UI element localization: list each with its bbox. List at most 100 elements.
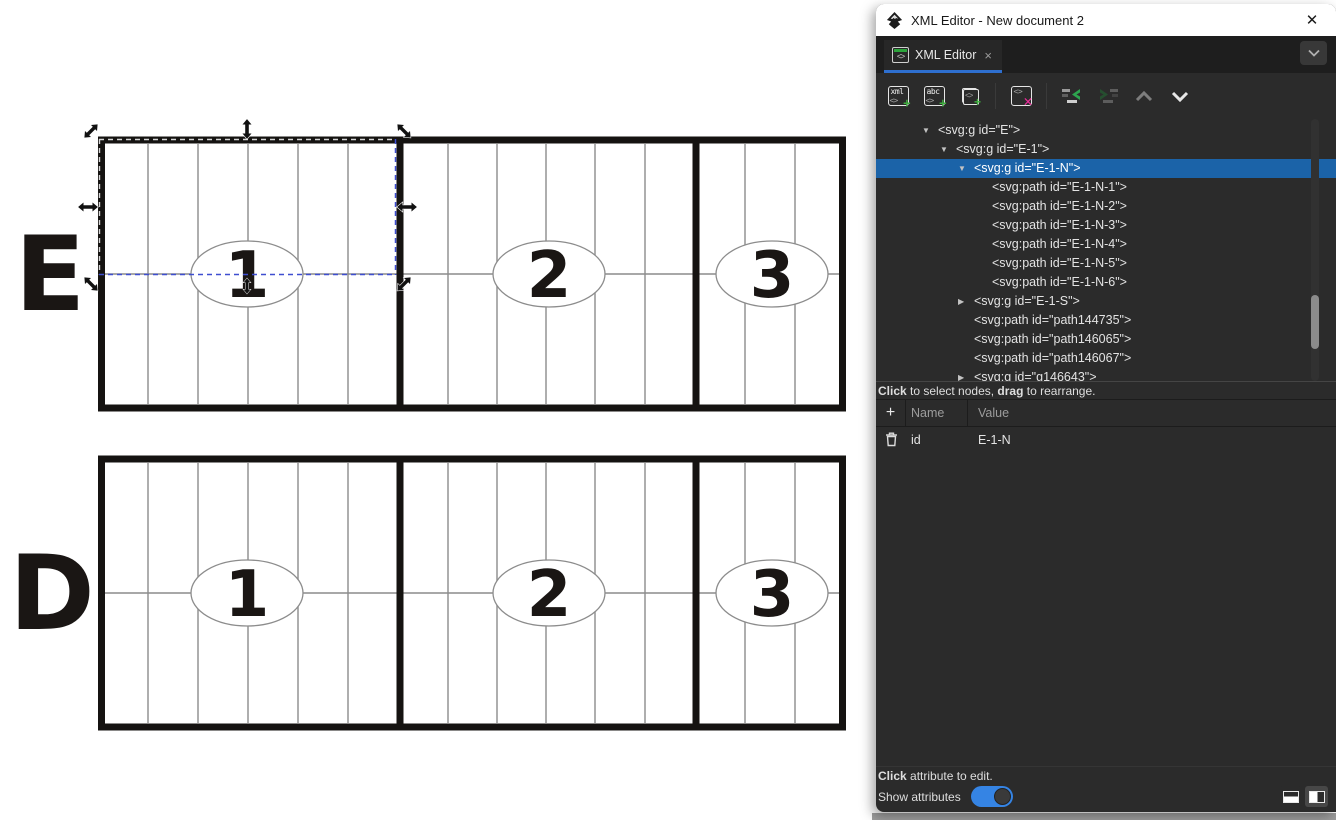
xml-tree[interactable]: ▼<svg:g id="E">▼<svg:g id="E-1">▼<svg:g … — [876, 119, 1336, 381]
attribute-name[interactable]: id — [906, 433, 968, 447]
new-text-node-button[interactable]: abc <> + — [920, 82, 948, 110]
drawing-row-d[interactable]: 1 2 3 D — [9, 456, 842, 730]
toolbar-separator — [1046, 83, 1047, 109]
indent-node-icon — [1097, 87, 1119, 105]
tree-node[interactable]: <svg:path id="path146065"> — [876, 330, 1336, 349]
tree-node-label: <svg:path id="path146065"> — [974, 332, 1131, 346]
ellipse-label-d2: 2 — [527, 558, 572, 632]
tree-node[interactable]: ▶<svg:g id="g146643"> — [876, 368, 1336, 381]
tab-overflow-button[interactable] — [1300, 41, 1327, 65]
inkscape-canvas[interactable]: 1 2 3 E 1 2 3 D — [0, 0, 876, 820]
tree-node[interactable]: <svg:path id="E-1-N-2"> — [876, 197, 1336, 216]
new-element-node-button[interactable]: xml <> + — [884, 82, 912, 110]
show-attributes-toggle[interactable] — [971, 786, 1013, 807]
tree-node[interactable]: <svg:path id="path146067"> — [876, 349, 1336, 368]
tree-node-label: <svg:path id="E-1-N-3"> — [992, 218, 1127, 232]
toolbar-separator — [995, 83, 996, 109]
attribute-value[interactable]: E-1-N — [968, 433, 1336, 447]
tree-node[interactable]: ▼<svg:g id="E-1-N"> — [876, 159, 1336, 178]
dialog-tabbar: <> XML Editor × — [876, 36, 1336, 73]
delete-attribute-button[interactable] — [876, 432, 906, 447]
xml-toolbar: xml <> + abc <> + <> + <> ✕ — [876, 73, 1336, 119]
move-node-up-button[interactable] — [1130, 82, 1158, 110]
vertical-split-icon — [1309, 791, 1325, 803]
move-node-down-button[interactable] — [1166, 82, 1194, 110]
ellipse-label-d1: 1 — [225, 558, 270, 632]
ellipse-label-e3: 3 — [750, 239, 795, 313]
tree-node-label: <svg:path id="E-1-N-1"> — [992, 180, 1127, 194]
chevron-down-icon — [1171, 91, 1189, 102]
dialog-title: XML Editor - New document 2 — [911, 13, 1300, 28]
tree-node-label: <svg:g id="E"> — [938, 123, 1020, 137]
delete-node-icon: <> ✕ — [1011, 86, 1032, 106]
ellipse-label-e2: 2 — [527, 239, 572, 313]
delete-node-button[interactable]: <> ✕ — [1007, 82, 1035, 110]
tree-node-label: <svg:path id="path144735"> — [974, 313, 1131, 327]
tree-node-label: <svg:path id="E-1-N-2"> — [992, 199, 1127, 213]
expander-open-icon[interactable]: ▼ — [958, 159, 974, 178]
attribute-table-header: + Name Value — [876, 400, 1336, 427]
inkscape-logo-icon — [885, 11, 904, 30]
attribute-hint: Click attribute to edit. — [876, 766, 1336, 785]
tree-node-label: <svg:path id="E-1-N-6"> — [992, 275, 1127, 289]
duplicate-node-icon: <> + — [959, 85, 981, 107]
xml-editor-dialog: XML Editor - New document 2 ✕ <> XML Edi… — [876, 4, 1336, 812]
tree-node-label: <svg:g id="g146643"> — [974, 370, 1097, 381]
window-shadow-strip — [872, 813, 1336, 820]
indent-node-button[interactable] — [1094, 82, 1122, 110]
tree-node-label: <svg:g id="E-1"> — [956, 142, 1049, 156]
tab-xml-editor[interactable]: <> XML Editor × — [884, 40, 1002, 73]
layout-vertical-button[interactable] — [1305, 786, 1328, 807]
tree-node-label: <svg:path id="E-1-N-5"> — [992, 256, 1127, 270]
new-text-node-icon: abc <> + — [924, 86, 945, 106]
horizontal-split-icon — [1283, 791, 1299, 803]
attribute-value-header: Value — [968, 406, 1336, 420]
chevron-up-icon — [1135, 91, 1153, 102]
show-attributes-label: Show attributes — [878, 790, 961, 804]
attribute-name-header: Name — [906, 400, 968, 426]
tree-node-label: <svg:g id="E-1-S"> — [974, 294, 1080, 308]
scale-handle-n[interactable] — [243, 119, 252, 139]
tree-scrollbar[interactable] — [1311, 119, 1319, 381]
row-label-d: D — [9, 534, 95, 654]
tree-node[interactable]: <svg:path id="E-1-N-6"> — [876, 273, 1336, 292]
attribute-empty-area — [876, 452, 1336, 766]
scale-handle-nw[interactable] — [81, 121, 100, 140]
close-icon[interactable]: ✕ — [1300, 11, 1324, 29]
tree-node[interactable]: <svg:path id="E-1-N-4"> — [876, 235, 1336, 254]
tree-hint: Click to select nodes, drag to rearrange… — [876, 381, 1336, 400]
ellipse-label-e1: 1 — [225, 239, 270, 313]
dialog-bottom-row: Show attributes — [876, 785, 1336, 812]
tab-close-icon[interactable]: × — [984, 48, 992, 63]
add-attribute-button[interactable]: + — [876, 400, 906, 426]
layout-horizontal-button[interactable] — [1279, 786, 1302, 807]
expander-open-icon[interactable]: ▼ — [922, 121, 938, 140]
tab-label: XML Editor — [915, 48, 976, 62]
ellipse-label-d3: 3 — [750, 558, 795, 632]
expander-closed-icon[interactable]: ▶ — [958, 368, 974, 381]
duplicate-node-button[interactable]: <> + — [956, 82, 984, 110]
unindent-node-icon — [1061, 87, 1083, 105]
tree-node[interactable]: <svg:path id="E-1-N-1"> — [876, 178, 1336, 197]
unindent-node-button[interactable] — [1058, 82, 1086, 110]
chevron-down-icon — [1308, 49, 1320, 57]
dialog-titlebar[interactable]: XML Editor - New document 2 ✕ — [876, 4, 1336, 36]
attribute-row[interactable]: id E-1-N — [876, 427, 1336, 452]
tree-node[interactable]: <svg:path id="E-1-N-5"> — [876, 254, 1336, 273]
expander-open-icon[interactable]: ▼ — [940, 140, 956, 159]
tree-node[interactable]: ▼<svg:g id="E"> — [876, 121, 1336, 140]
row-label-e: E — [15, 215, 85, 335]
xml-editor-tab-icon: <> — [892, 47, 909, 63]
tree-node[interactable]: ▶<svg:g id="E-1-S"> — [876, 292, 1336, 311]
tree-node[interactable]: <svg:path id="E-1-N-3"> — [876, 216, 1336, 235]
expander-closed-icon[interactable]: ▶ — [958, 292, 974, 311]
tree-node[interactable]: <svg:path id="path144735"> — [876, 311, 1336, 330]
tree-node-label: <svg:g id="E-1-N"> — [974, 161, 1081, 175]
scale-handle-w[interactable] — [78, 203, 98, 212]
tree-node[interactable]: ▼<svg:g id="E-1"> — [876, 140, 1336, 159]
trash-icon — [885, 432, 898, 447]
tree-node-label: <svg:path id="E-1-N-4"> — [992, 237, 1127, 251]
new-element-node-icon: xml <> + — [888, 86, 909, 106]
tree-node-label: <svg:path id="path146067"> — [974, 351, 1131, 365]
tree-scrollbar-thumb[interactable] — [1311, 295, 1319, 349]
